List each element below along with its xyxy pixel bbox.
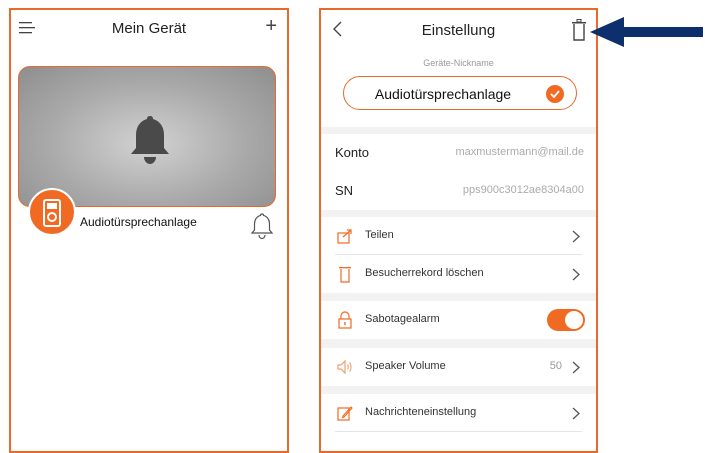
tamper-alarm-toggle[interactable] [547,309,585,331]
bell-icon [131,116,169,164]
chevron-right-icon [572,361,580,374]
chevron-right-icon [572,407,580,420]
serial-number-row: SN pps900c3012ae8304a00 [321,172,596,210]
account-label: Konto [335,145,369,160]
divider [335,431,582,432]
device-type-badge [28,188,76,236]
device-icon [43,199,61,227]
settings-header: Einstellung Geräte-Nickname Audiotürspre… [321,10,596,127]
share-icon [337,229,352,244]
notification-section: Nachrichteneinstellung [321,394,596,451]
serial-number-value: pps900c3012ae8304a00 [462,184,584,196]
toggle-knob [565,311,583,329]
tamper-alarm-label: Sabotagealarm [365,313,440,325]
trash-icon [339,267,351,283]
speaker-volume-label: Speaker Volume [365,360,446,372]
nickname-label: Geräte-Nickname [423,58,494,68]
tamper-section: Sabotagealarm [321,301,596,339]
check-icon [550,90,560,99]
annotation-arrow-icon [590,17,703,47]
device-list-header: Mein Gerät + [11,10,287,50]
trash-icon[interactable] [571,19,587,41]
share-label: Teilen [365,229,394,241]
serial-number-label: SN [335,183,354,198]
tamper-alarm-row: Sabotagealarm [321,301,596,339]
record-section: Teilen Besucherrekord löschen [321,217,596,293]
edit-icon [337,406,353,421]
confirm-nickname-button[interactable] [546,85,564,103]
account-row: Konto maxmustermann@mail.de [321,134,596,172]
add-device-icon[interactable]: + [265,16,277,36]
notification-settings-row[interactable]: Nachrichteneinstellung [321,394,596,432]
device-name[interactable]: Audiotürsprechanlage [80,215,197,229]
speaker-volume-value: 50 [549,360,562,372]
page-title: Einstellung [421,22,496,39]
delete-records-row[interactable]: Besucherrekord löschen [321,255,596,293]
device-list-screen: Mein Gerät + Audiotürsprechanlage [9,8,289,453]
speaker-icon [337,359,352,375]
speaker-volume-row[interactable]: Speaker Volume 50 [321,348,596,386]
nickname-field[interactable]: Audiotürsprechanlage [343,76,577,110]
bell-outline-icon[interactable] [251,212,273,240]
chevron-right-icon [572,230,580,243]
page-title: Mein Gerät [111,20,187,37]
chevron-right-icon [572,268,580,281]
volume-section: Speaker Volume 50 [321,348,596,386]
lock-icon [338,311,352,329]
account-value: maxmustermann@mail.de [455,146,584,158]
settings-screen: Einstellung Geräte-Nickname Audiotürspre… [319,8,598,453]
share-row[interactable]: Teilen [321,217,596,255]
device-preview-card[interactable] [18,66,276,207]
nickname-value: Audiotürsprechanlage [374,86,512,102]
device-info-section: Konto maxmustermann@mail.de SN pps900c30… [321,134,596,210]
notification-settings-label: Nachrichteneinstellung [365,406,477,418]
delete-records-label: Besucherrekord löschen [365,267,484,279]
